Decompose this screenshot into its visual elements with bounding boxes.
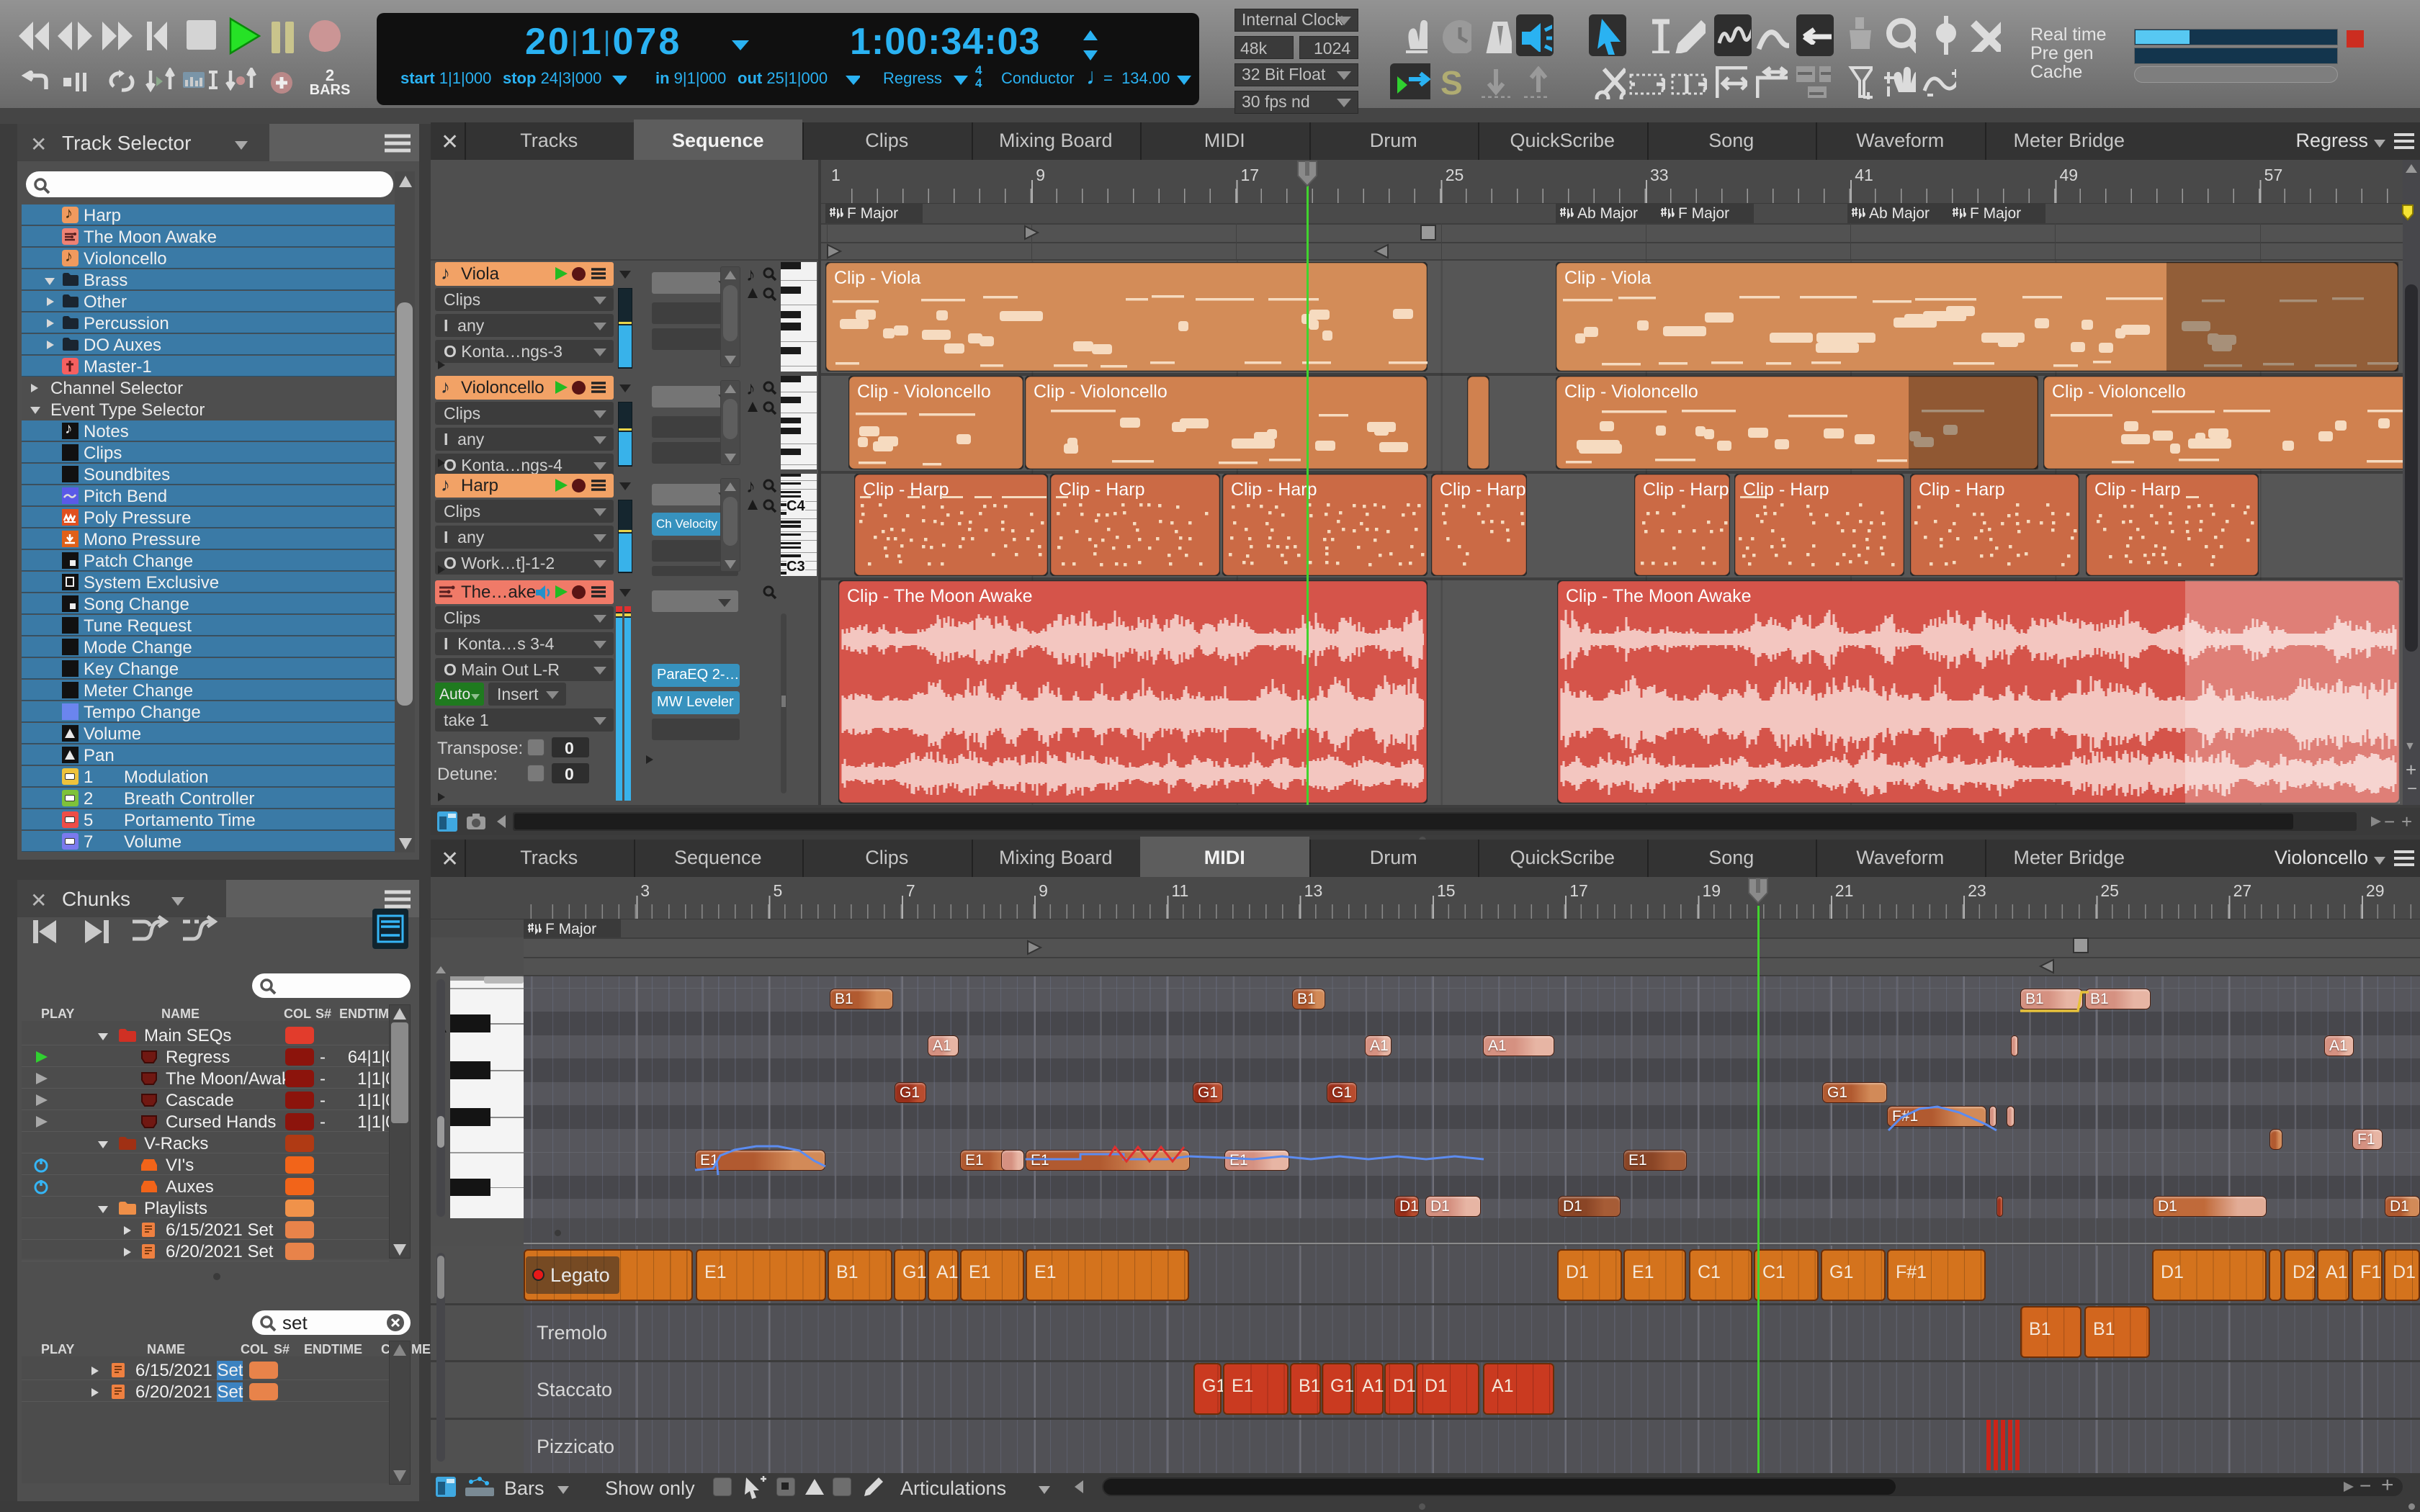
svg-text:Clip - Harp: Clip - Harp — [1919, 480, 2004, 500]
svg-text:Clip - Harp: Clip - Harp — [1059, 480, 1144, 500]
svg-text:Clip - The Moon Awake: Clip - The Moon Awake — [1566, 586, 1752, 606]
svg-text:Clip - Harp: Clip - Harp — [2094, 480, 2180, 500]
svg-text:Clip - Violoncello: Clip - Violoncello — [1034, 382, 1168, 402]
svg-text:Clip - Viola: Clip - Viola — [834, 268, 921, 288]
svg-text:Clip - Harp: Clip - Harp — [1743, 480, 1829, 500]
svg-text:Clip - Violoncello: Clip - Violoncello — [857, 382, 991, 402]
svg-text:Clip - Harp: Clip - Harp — [1231, 480, 1317, 500]
svg-text:Clip - The Moon Awake: Clip - The Moon Awake — [847, 586, 1033, 606]
svg-text:Clip - Violoncello: Clip - Violoncello — [2052, 382, 2186, 402]
svg-text:Clip - Violoncello: Clip - Violoncello — [1564, 382, 1698, 402]
svg-text:Clip - Harp: Clip - Harp — [1440, 480, 1525, 500]
svg-text:Clip - Harp: Clip - Harp — [1643, 480, 1729, 500]
svg-text:Clip - Harp: Clip - Harp — [863, 480, 949, 500]
svg-text:Clip - Viola: Clip - Viola — [1564, 268, 1652, 288]
